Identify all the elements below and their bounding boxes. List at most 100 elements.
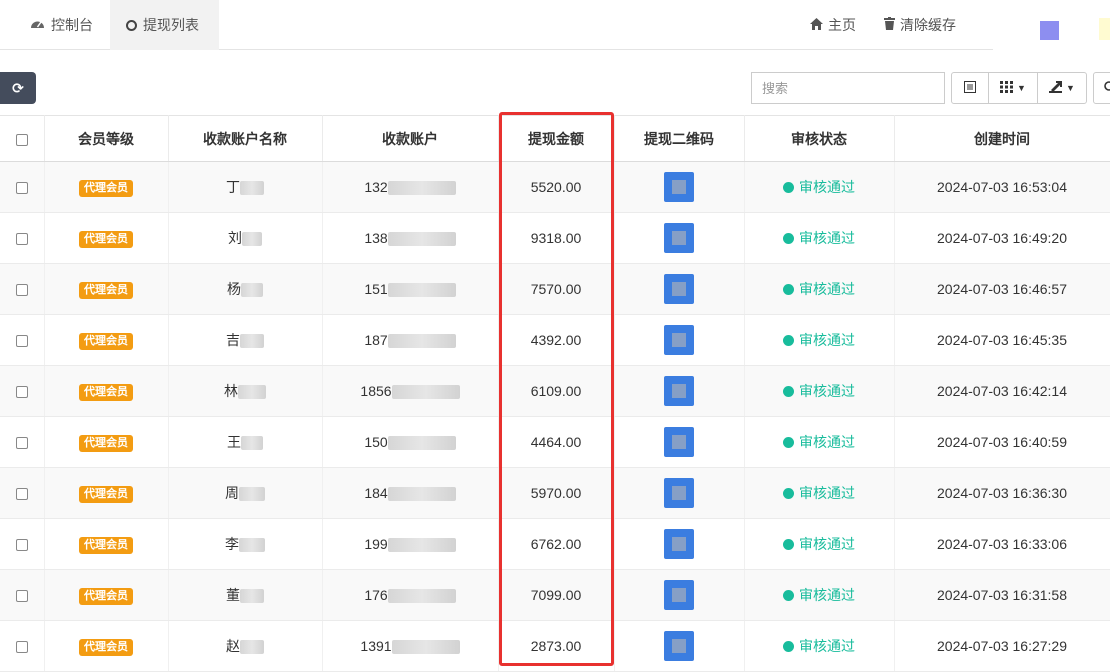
table-row[interactable]: 代理会员 周 184 5970.00 审核通过 2024-07-03 16:36:30 (0, 467, 1110, 519)
row-checkbox[interactable] (15, 590, 28, 603)
row-select-cell[interactable] (0, 314, 45, 366)
created-cell: 2024-07-03 16:46:57 (894, 263, 1110, 315)
created-cell: 2024-07-03 16:36:30 (894, 467, 1110, 519)
qrcode-cell[interactable] (614, 467, 745, 519)
header-qrcode[interactable]: 提现二维码 (614, 115, 745, 162)
qrcode-cell[interactable] (614, 569, 745, 621)
caret-down-icon: ▼ (1066, 83, 1075, 93)
row-checkbox[interactable] (15, 233, 28, 246)
row-checkbox[interactable] (15, 641, 28, 654)
columns-button[interactable]: ▼ (988, 72, 1038, 104)
created-cell: 2024-07-03 16:45:35 (894, 314, 1110, 366)
qrcode-cell[interactable] (614, 365, 745, 417)
status-dot-icon (783, 436, 794, 448)
select-all-cell[interactable] (0, 115, 45, 162)
tab-withdraw-list[interactable]: 提现列表 (110, 0, 219, 50)
amount-cell: 4464.00 (498, 416, 615, 468)
table-row[interactable]: 代理会员 赵 1391 2873.00 审核通过 2024-07-03 16:27:29 (0, 620, 1110, 672)
row-checkbox[interactable] (15, 182, 28, 195)
row-select-cell[interactable] (0, 365, 45, 417)
qrcode-thumbnail[interactable] (664, 580, 694, 610)
amount-text: 7570.00 (530, 281, 582, 297)
amount-text: 2873.00 (530, 638, 582, 654)
theme-swatch-purple[interactable] (1040, 21, 1059, 40)
account-text: 176 (364, 586, 388, 603)
member-level-cell: 代理会员 (44, 467, 169, 519)
account-text: 132 (364, 178, 388, 195)
toggle-view-button[interactable] (951, 72, 989, 104)
qrcode-thumbnail[interactable] (664, 223, 694, 253)
table-row[interactable]: 代理会员 吉 187 4392.00 审核通过 2024-07-03 16:45:35 (0, 314, 1110, 366)
row-select-cell[interactable] (0, 212, 45, 264)
header-amount[interactable]: 提现金额 (498, 115, 615, 162)
row-select-cell[interactable] (0, 620, 45, 672)
table-row[interactable]: 代理会员 丁 132 5520.00 审核通过 2024-07-03 16:53:04 (0, 161, 1110, 213)
refresh-button[interactable]: ⟳ (0, 72, 36, 104)
row-checkbox[interactable] (15, 488, 28, 501)
status-text: 审核通过 (799, 485, 855, 501)
privacy-mask (240, 640, 264, 655)
select-all-checkbox[interactable] (15, 133, 28, 146)
qrcode-thumbnail[interactable] (664, 274, 694, 304)
status-text: 审核通过 (799, 332, 855, 348)
export-button[interactable]: ▼ (1037, 72, 1087, 104)
status-indicator: 审核通过 (783, 279, 855, 299)
qrcode-thumbnail[interactable] (664, 325, 694, 355)
tab-withdraw-label: 提现列表 (143, 17, 199, 33)
qrcode-thumbnail[interactable] (664, 427, 694, 457)
table-row[interactable]: 代理会员 杨 151 7570.00 审核通过 2024-07-03 16:46:57 (0, 263, 1110, 315)
account-name-text: 刘 (228, 230, 242, 246)
search-toggle-button[interactable] (1093, 72, 1110, 104)
status-dot-icon (783, 334, 794, 346)
account-cell: 187 (322, 314, 499, 366)
trash-icon (884, 17, 895, 33)
row-select-cell[interactable] (0, 416, 45, 468)
qrcode-thumbnail[interactable] (664, 172, 694, 202)
account-name-cell: 杨 (168, 263, 323, 315)
qrcode-thumbnail[interactable] (664, 631, 694, 661)
qrcode-thumbnail[interactable] (664, 529, 694, 559)
account-name-cell: 董 (168, 569, 323, 621)
qrcode-thumbnail[interactable] (664, 478, 694, 508)
member-level-cell: 代理会员 (44, 569, 169, 621)
row-checkbox[interactable] (15, 386, 28, 399)
row-select-cell[interactable] (0, 161, 45, 213)
row-select-cell[interactable] (0, 467, 45, 519)
search-input[interactable] (751, 72, 945, 104)
qrcode-cell[interactable] (614, 263, 745, 315)
header-created[interactable]: 创建时间 (894, 115, 1110, 162)
tab-console[interactable]: 控制台 (16, 0, 109, 50)
header-account[interactable]: 收款账户 (322, 115, 499, 162)
theme-swatch-yellow[interactable] (1099, 18, 1110, 40)
row-select-cell[interactable] (0, 518, 45, 570)
table-row[interactable]: 代理会员 李 199 6762.00 审核通过 2024-07-03 16:33:06 (0, 518, 1110, 570)
qrcode-cell[interactable] (614, 518, 745, 570)
row-checkbox[interactable] (15, 335, 28, 348)
table-row[interactable]: 代理会员 王 150 4464.00 审核通过 2024-07-03 16:40:59 (0, 416, 1110, 468)
qrcode-cell[interactable] (614, 620, 745, 672)
row-checkbox[interactable] (15, 284, 28, 297)
created-time-text: 2024-07-03 16:31:58 (937, 587, 1067, 603)
qrcode-cell[interactable] (614, 161, 745, 213)
qrcode-cell[interactable] (614, 212, 745, 264)
account-text: 199 (364, 535, 388, 552)
table-row[interactable]: 代理会员 董 176 7099.00 审核通过 2024-07-03 16:31:58 (0, 569, 1110, 621)
header-status[interactable]: 审核状态 (744, 115, 895, 162)
header-account-name[interactable]: 收款账户名称 (168, 115, 323, 162)
status-indicator: 审核通过 (783, 330, 855, 350)
row-select-cell[interactable] (0, 263, 45, 315)
home-link[interactable]: 主页 (810, 0, 856, 50)
account-text: 184 (364, 484, 388, 501)
qrcode-thumbnail[interactable] (664, 376, 694, 406)
qrcode-cell[interactable] (614, 314, 745, 366)
member-level-badge: 代理会员 (79, 230, 133, 248)
table-row[interactable]: 代理会员 林 1856 6109.00 审核通过 2024-07-03 16:42:14 (0, 365, 1110, 417)
row-checkbox[interactable] (15, 539, 28, 552)
clear-cache-link[interactable]: 清除缓存 (884, 0, 956, 50)
row-checkbox[interactable] (15, 437, 28, 450)
qrcode-cell[interactable] (614, 416, 745, 468)
table-row[interactable]: 代理会员 刘 138 9318.00 审核通过 2024-07-03 16:49:20 (0, 212, 1110, 264)
status-cell: 审核通过 (744, 263, 895, 315)
header-member-level[interactable]: 会员等级 (44, 115, 169, 162)
row-select-cell[interactable] (0, 569, 45, 621)
